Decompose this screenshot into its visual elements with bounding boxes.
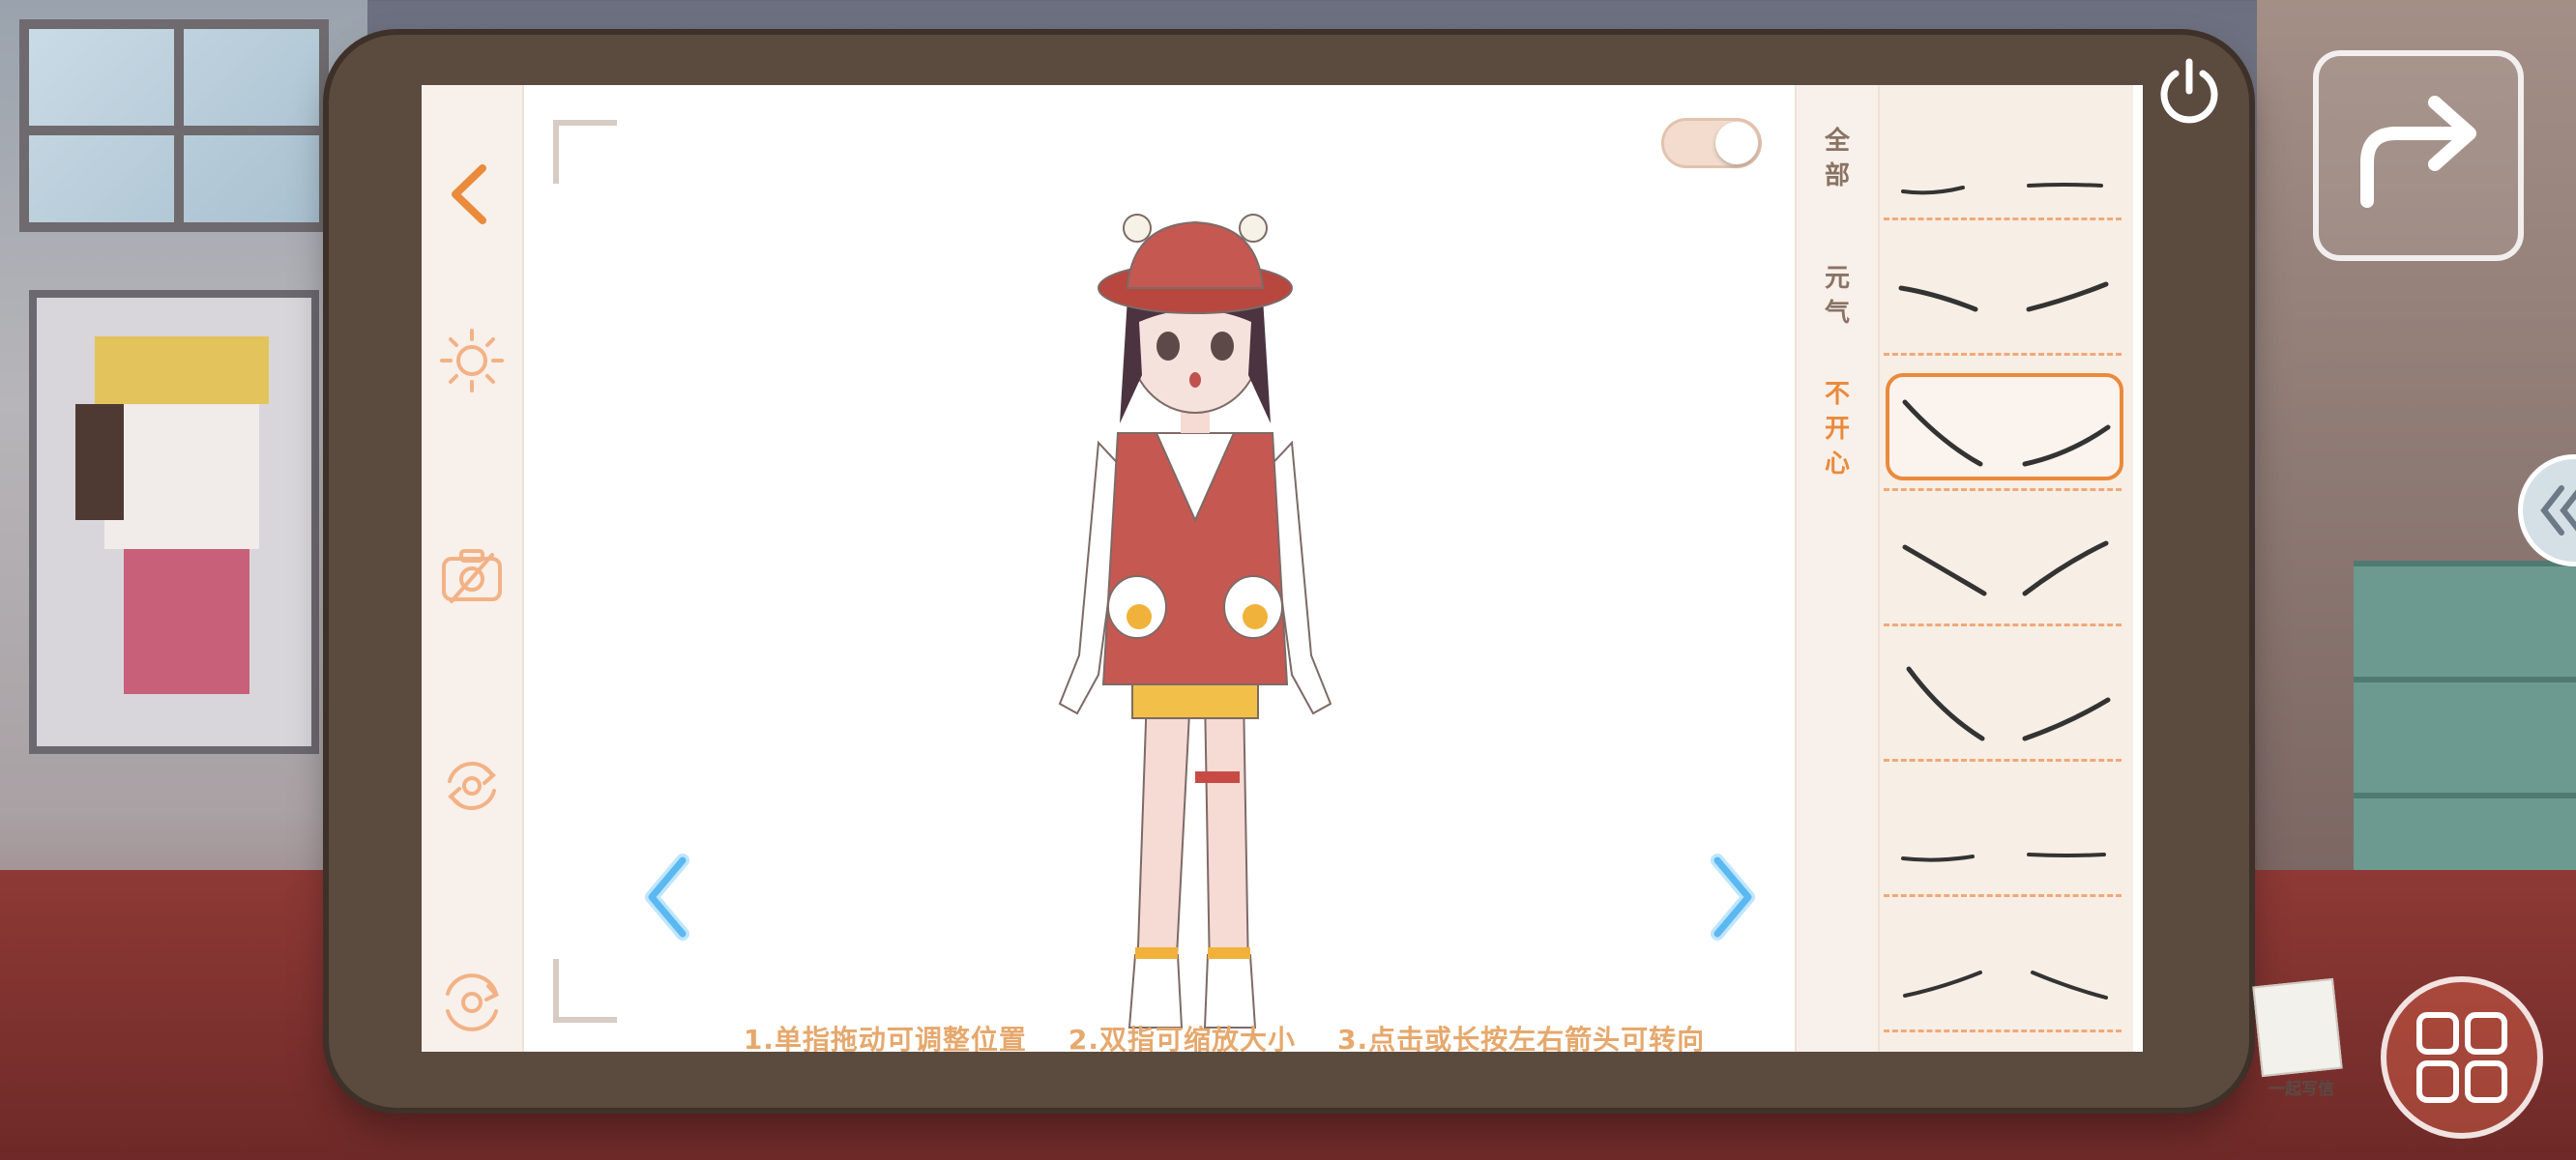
camera-off-icon (442, 549, 502, 603)
rotate-icon (447, 762, 497, 810)
eyebrow-preview (1898, 281, 2109, 312)
power-button[interactable] (2152, 54, 2226, 128)
tab-all[interactable]: 全 部 (1797, 124, 1878, 193)
eyebrow-option[interactable] (1884, 95, 2122, 220)
chevron-left-icon (645, 854, 689, 941)
double-chevron-left-icon (2540, 485, 2576, 536)
tab-label-char: 全 (1824, 127, 1850, 156)
eyebrow-preview (1902, 540, 2109, 596)
character-preview[interactable] (1021, 153, 1369, 1042)
sun-icon (440, 329, 504, 392)
share-arrow-icon (2360, 96, 2476, 208)
rotate-button[interactable] (438, 752, 506, 820)
toggle-knob (1715, 122, 1758, 164)
display-toggle[interactable] (1661, 118, 1762, 168)
category-tabs: 全 部 元 气 不 开 心 (1795, 85, 1880, 1052)
tab-label-char: 元 (1824, 264, 1850, 293)
menu-grid-button[interactable] (2381, 976, 2543, 1139)
drawer (2354, 677, 2576, 793)
tab-energetic[interactable]: 元 气 (1797, 261, 1878, 331)
rotate-left-arrow[interactable] (634, 849, 702, 945)
viewport-corner (553, 120, 617, 184)
eyebrow-option[interactable] (1884, 636, 2122, 762)
left-toolbar (422, 85, 524, 1052)
grid-icon (2416, 1012, 2507, 1103)
power-icon (2160, 58, 2218, 124)
chevron-left-icon (452, 164, 486, 224)
eyebrow-preview (1902, 399, 2111, 467)
eyebrow-option[interactable] (1884, 771, 2122, 897)
hide-camera-button[interactable] (438, 541, 506, 609)
eyebrow-option-selected[interactable] (1884, 365, 2123, 491)
tab-label-char: 心 (1824, 450, 1850, 478)
eyebrow-option[interactable] (1884, 230, 2122, 356)
room-window (19, 19, 329, 232)
rotate-reset-icon (446, 973, 500, 1031)
reset-rotation-button[interactable] (438, 969, 506, 1036)
tablet-screen: 1.单指拖动可调整位置 2.双指可缩放大小 3.点击或长按左右箭头可转向 全 部… (422, 85, 2143, 1052)
tab-label-char: 开 (1824, 415, 1850, 444)
eyebrow-preview (1901, 853, 2106, 862)
eyebrow-preview (1906, 666, 2111, 741)
lighting-button[interactable] (438, 327, 506, 394)
rotate-right-arrow[interactable] (1698, 849, 1766, 945)
instruction-text: 1.单指拖动可调整位置 2.双指可缩放大小 3.点击或长按左右箭头可转向 (743, 1024, 1706, 1052)
write-letter-button[interactable]: 一起写信 (2251, 976, 2352, 1102)
tablet-frame: 1.单指拖动可调整位置 2.双指可缩放大小 3.点击或长按左右箭头可转向 全 部… (329, 35, 2249, 1108)
tab-unhappy[interactable]: 不 开 心 (1797, 377, 1878, 481)
eyebrow-option[interactable] (1884, 501, 2122, 626)
back-button[interactable] (438, 160, 506, 228)
tab-label-char: 气 (1824, 299, 1850, 328)
eyebrow-option[interactable] (1884, 907, 2122, 1032)
chevron-right-icon (1711, 854, 1755, 941)
share-button[interactable] (2313, 50, 2524, 261)
write-letter-label: 一起写信 (2269, 1080, 2334, 1099)
eyebrow-preview (1903, 971, 2108, 1000)
tab-label-char: 不 (1824, 380, 1850, 409)
side-expand-button[interactable] (2518, 454, 2576, 566)
drawer (2354, 561, 2576, 677)
eyebrow-option-list (1880, 85, 2133, 1052)
eyebrow-preview (1901, 183, 2103, 195)
letter-icon (2252, 977, 2343, 1078)
tab-label-char: 部 (1824, 161, 1850, 190)
viewport-corner (553, 959, 617, 1023)
pixel-art-poster (29, 290, 319, 754)
